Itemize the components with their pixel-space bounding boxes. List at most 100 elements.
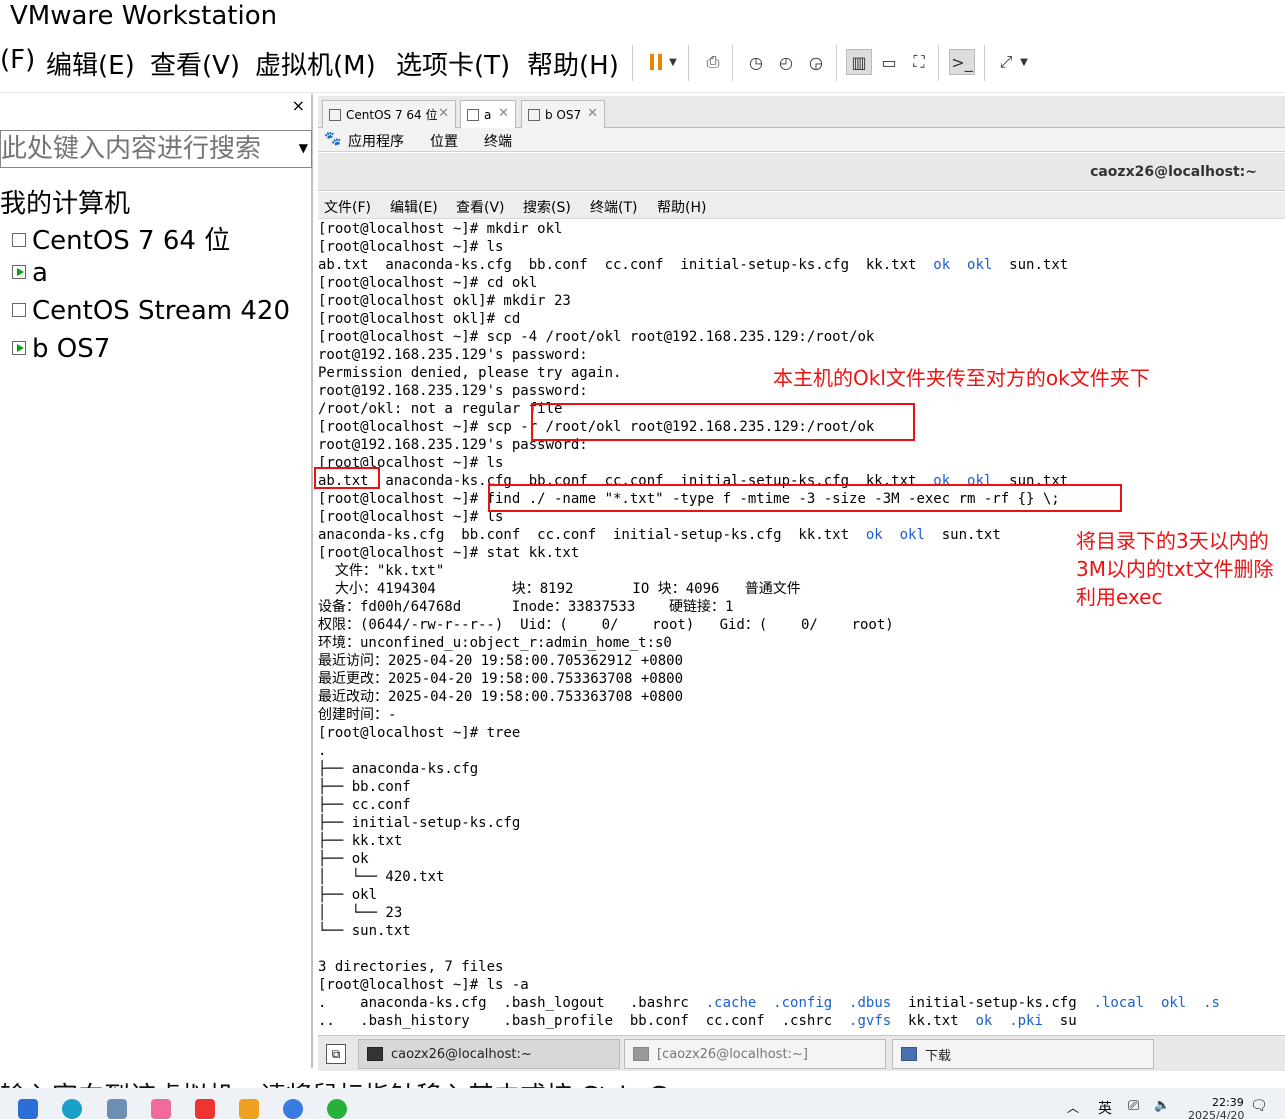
- close-icon[interactable]: ✕: [498, 106, 509, 121]
- clock-time[interactable]: 22:39: [1212, 1096, 1244, 1109]
- terminal-menu-search[interactable]: 搜索(S): [523, 197, 571, 217]
- terminal-line: ├── ok: [318, 851, 369, 867]
- taskbar-item-terminal-2[interactable]: [caozx26@localhost:~]: [624, 1039, 886, 1069]
- snapshot-icon[interactable]: ◷: [743, 49, 769, 75]
- terminal-line: 设备：fd00h/64768d Inode：33837533 硬链接：1: [318, 599, 734, 615]
- tree-root-my-computer[interactable]: 我的计算机: [0, 183, 130, 220]
- dir-name: ok: [975, 1013, 993, 1029]
- show-desktop-icon[interactable]: ⧉: [326, 1044, 346, 1064]
- gnome-menu-terminal[interactable]: 终端: [484, 131, 512, 151]
- clock-date[interactable]: 2025/4/20: [1188, 1109, 1244, 1119]
- terminal-icon: [367, 1047, 383, 1061]
- gnome-top-panel: 🐾 应用程序 位置 终端: [318, 128, 1285, 152]
- terminal-line: │ └── 23: [318, 905, 403, 921]
- wps-icon[interactable]: [195, 1099, 215, 1119]
- taskbar-item-label: 下载: [925, 1048, 952, 1064]
- vm-item-centos7[interactable]: CentOS 7 64 位: [12, 220, 230, 256]
- toolbar-divider: [632, 45, 633, 81]
- app-icon[interactable]: [239, 1099, 259, 1119]
- volume-icon[interactable]: 🔈: [1154, 1098, 1170, 1113]
- terminal-line-text: anaconda-ks.cfg bb.conf cc.conf initial-…: [318, 527, 866, 543]
- dir-name: ok: [865, 527, 883, 543]
- vm-item-label: CentOS Stream 420: [32, 296, 291, 326]
- terminal-line: /root/okl: not a regular file: [318, 401, 563, 417]
- gnome-menu-apps-icon[interactable]: 🐾: [324, 131, 341, 147]
- menu-vm[interactable]: 虚拟机(M): [255, 45, 376, 82]
- close-icon[interactable]: ✕: [587, 106, 598, 121]
- menu-file[interactable]: (F): [0, 45, 35, 75]
- library-view-icon[interactable]: ▥: [846, 49, 872, 75]
- terminal-line: root@192.168.235.129's password:: [318, 383, 588, 399]
- terminal-line: 最近改动：2025-04-20 19:58:00.753363708 +0800: [318, 689, 684, 705]
- vm-item-a[interactable]: a: [12, 258, 48, 294]
- terminal-line: root@192.168.235.129's password:: [318, 347, 588, 363]
- search-box: ▼: [0, 130, 312, 168]
- toolbar-divider: [984, 45, 985, 81]
- gnome-menu-places[interactable]: 位置: [430, 131, 458, 151]
- chevron-down-icon[interactable]: ▼: [666, 49, 680, 75]
- close-icon[interactable]: ×: [292, 96, 305, 115]
- revert-snapshot-icon[interactable]: ◴: [773, 49, 799, 75]
- annotation-box-ab-txt: [314, 467, 380, 489]
- single-view-icon[interactable]: ▭: [876, 49, 902, 75]
- menu-tabs[interactable]: 选项卡(T): [396, 45, 510, 82]
- terminal-menu-terminal[interactable]: 终端(T): [590, 197, 637, 217]
- dir-name: okl: [1160, 995, 1187, 1011]
- wechat-icon[interactable]: [327, 1099, 347, 1119]
- notification-icon[interactable]: 🗨: [1250, 1098, 1268, 1114]
- terminal-menu-bar: 文件(F) 编辑(E) 查看(V) 搜索(S) 终端(T) 帮助(H): [318, 192, 1285, 219]
- terminal-line: [root@localhost ~]# ls: [318, 509, 504, 525]
- baidu-netdisk-icon[interactable]: [283, 1099, 303, 1119]
- terminal-menu-help[interactable]: 帮助(H): [657, 197, 706, 217]
- menu-edit[interactable]: 编辑(E): [46, 45, 135, 82]
- vm-item-label: b OS7: [32, 334, 111, 364]
- bilibili-icon[interactable]: [151, 1099, 171, 1119]
- vm-item-b-os7[interactable]: b OS7: [12, 334, 110, 370]
- menu-help[interactable]: 帮助(H): [527, 45, 619, 82]
- taskbar-item-label: caozx26@localhost:~: [391, 1046, 532, 1062]
- taskbar-item-downloads[interactable]: 下载: [892, 1039, 1154, 1069]
- dir-name: .s: [1203, 995, 1220, 1011]
- terminal-line: 最近访问：2025-04-20 19:58:00.705362912 +0800: [318, 653, 684, 669]
- windows-start-icon[interactable]: [18, 1099, 38, 1119]
- tab-label: b OS7: [545, 107, 582, 122]
- file-name: sun.txt: [1009, 257, 1069, 273]
- console-icon[interactable]: >_: [949, 49, 975, 75]
- tab-b-os7[interactable]: b OS7 ✕: [521, 100, 605, 128]
- monitor-icon[interactable]: [107, 1099, 127, 1119]
- annotation-box-scp: [531, 403, 915, 441]
- input-language[interactable]: 英: [1098, 1098, 1112, 1118]
- terminal-output[interactable]: [root@localhost ~]# mkdir okl [root@loca…: [318, 219, 1285, 1035]
- fullscreen-icon[interactable]: ⛶: [906, 49, 932, 75]
- tab-a[interactable]: a ✕: [460, 100, 516, 128]
- taskbar-item-terminal[interactable]: caozx26@localhost:~: [358, 1039, 620, 1069]
- network-icon[interactable]: ⎚: [1128, 1098, 1139, 1114]
- terminal-line: anaconda-ks.cfg bb.conf cc.conf initial-…: [318, 526, 1001, 544]
- terminal-menu-file[interactable]: 文件(F): [324, 197, 371, 217]
- stretch-icon[interactable]: ⤢: [993, 49, 1019, 75]
- terminal-window-title: caozx26@localhost:~: [1090, 164, 1257, 180]
- close-icon[interactable]: ✕: [438, 106, 449, 121]
- chevron-up-icon[interactable]: ︿: [1067, 1099, 1079, 1116]
- snapshot-manager-icon[interactable]: ◶: [803, 49, 829, 75]
- menu-view[interactable]: 查看(V): [150, 45, 240, 82]
- vm-running-icon: [12, 341, 26, 355]
- dir-name: ok: [933, 257, 951, 273]
- terminal-line: [root@localhost ~]# stat kk.txt: [318, 545, 580, 561]
- send-keys-icon[interactable]: ⎙: [700, 49, 726, 75]
- terminal-menu-view[interactable]: 查看(V): [456, 197, 505, 217]
- chevron-down-icon[interactable]: ▼: [299, 141, 308, 155]
- terminal-line: ├── cc.conf: [318, 797, 411, 813]
- vm-icon: [467, 108, 479, 121]
- terminal-line: [root@localhost ~]# mkdir okl: [318, 221, 563, 237]
- chevron-down-icon[interactable]: ▼: [1017, 49, 1031, 75]
- vm-item-centos-stream[interactable]: CentOS Stream 420: [12, 296, 290, 332]
- tab-centos7[interactable]: CentOS 7 64 位 ✕: [322, 100, 456, 128]
- search-input[interactable]: [1, 131, 291, 167]
- terminal-menu-edit[interactable]: 编辑(E): [390, 197, 438, 217]
- terminal-title-bar: caozx26@localhost:~: [318, 153, 1285, 191]
- terminal-line: .. .bash_history .bash_profile bb.conf c…: [318, 1012, 1077, 1030]
- guest-taskbar: ⧉ caozx26@localhost:~ [caozx26@localhost…: [318, 1035, 1285, 1071]
- gnome-menu-applications[interactable]: 应用程序: [348, 131, 404, 151]
- edge-icon[interactable]: [62, 1099, 82, 1119]
